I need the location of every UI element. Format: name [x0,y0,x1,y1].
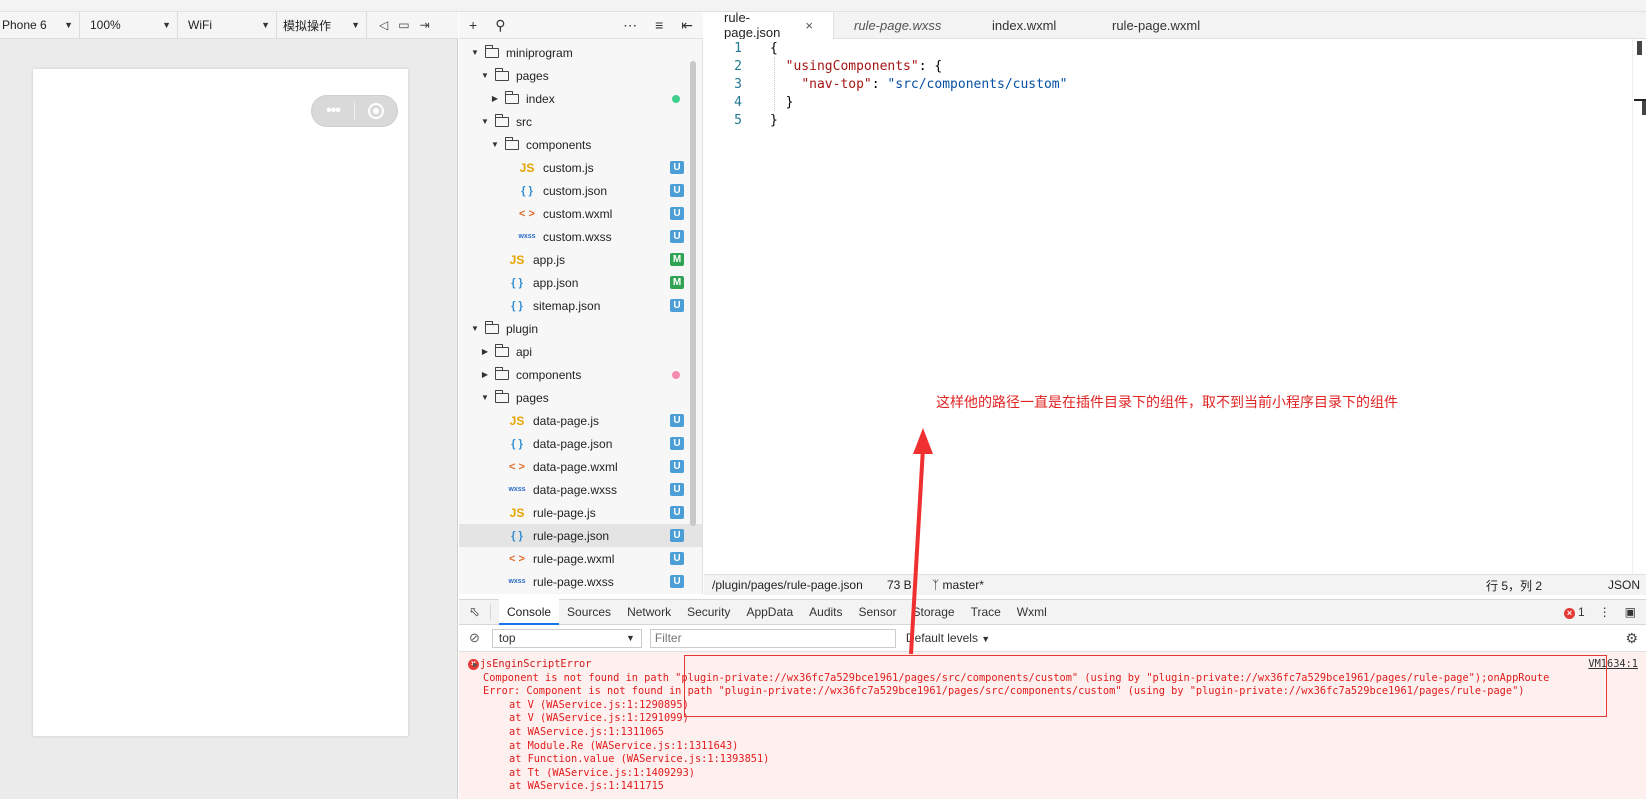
devtools-window: Phone 6 ▼ 100% ▼ WiFi ▼ 模拟操作 ▼ ◁ ▭ ⇥ ••• + ⚲… [0,0,1646,799]
annotation-arrow [909,428,933,655]
